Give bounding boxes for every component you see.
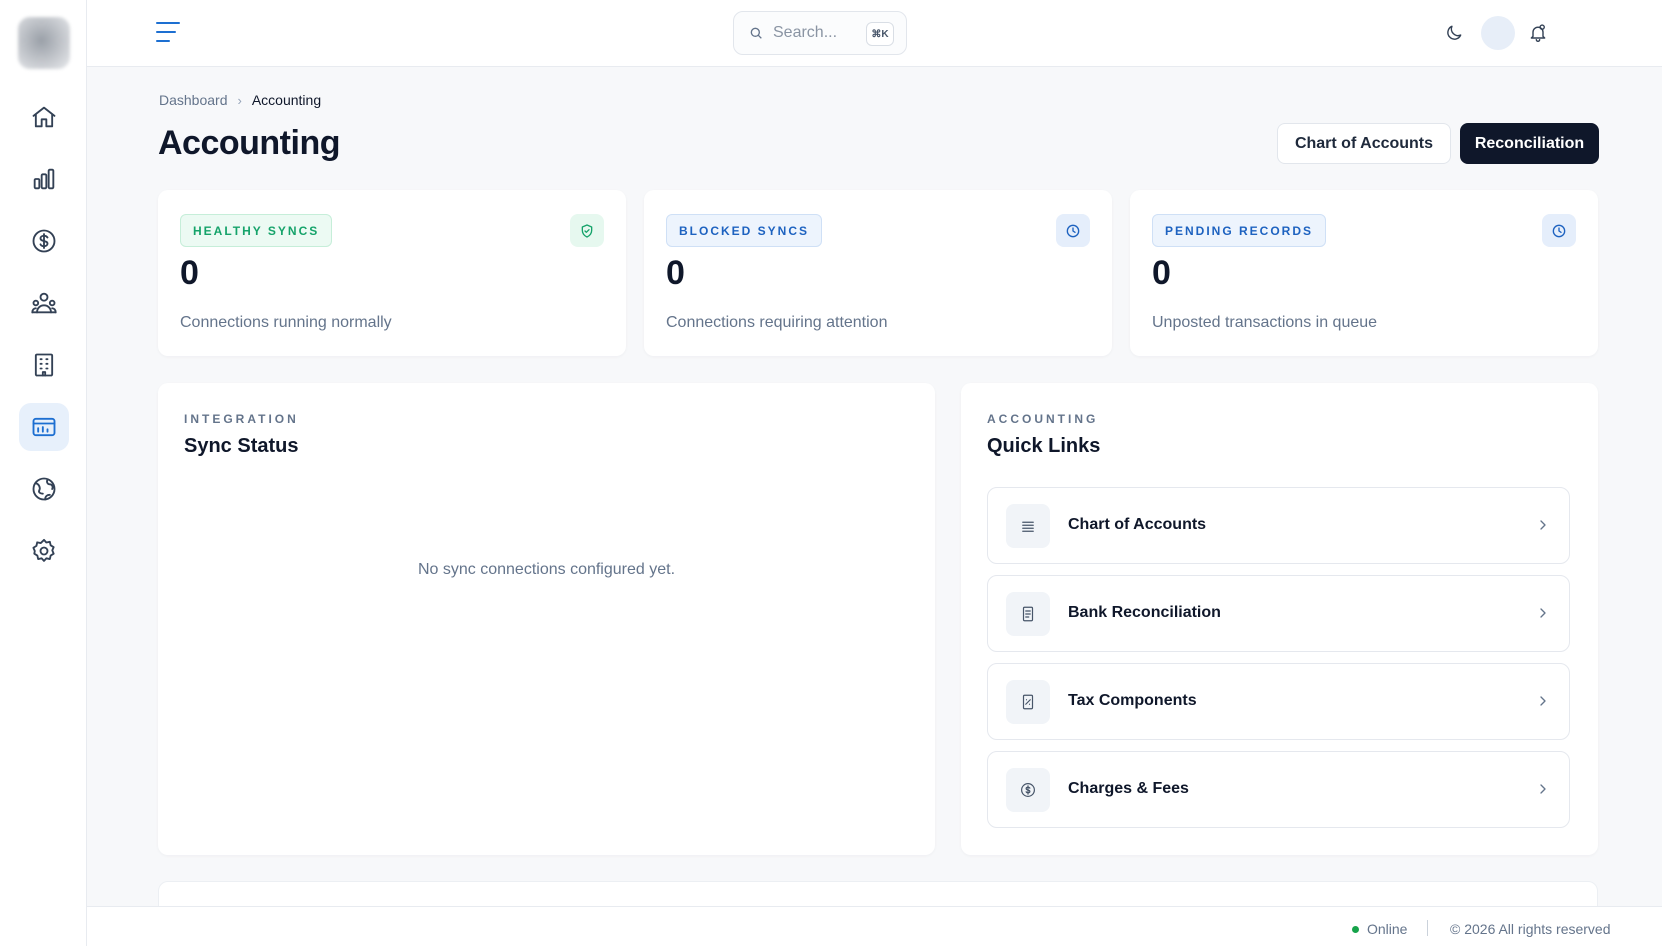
analytics-icon[interactable] — [19, 155, 69, 203]
quick-links-panel: ACCOUNTING Quick Links Chart of Accounts… — [961, 383, 1598, 855]
people-icon[interactable] — [19, 279, 69, 327]
chevron-right-icon — [1535, 605, 1551, 621]
quick-link-label: Charges & Fees — [1068, 780, 1189, 797]
search-icon — [750, 27, 762, 39]
sync-status-panel: INTEGRATION Sync Status No sync connecti… — [158, 383, 935, 855]
quick-link-label: Chart of Accounts — [1068, 516, 1207, 533]
stat-description: Connections requiring attention — [666, 314, 888, 331]
status-text: Online — [1367, 921, 1408, 937]
home-icon[interactable] — [19, 93, 69, 141]
globe-icon[interactable] — [19, 465, 69, 513]
chevron-right-icon: › — [237, 92, 242, 108]
panel-title: Sync Status — [184, 435, 299, 457]
chart-of-accounts-button[interactable]: Chart of Accounts — [1277, 123, 1451, 164]
stat-value: 0 — [1152, 254, 1171, 292]
status-dot — [1352, 925, 1359, 933]
dollar-icon[interactable] — [19, 217, 69, 265]
building-icon[interactable] — [19, 341, 69, 389]
breadcrumb: Dashboard › Accounting — [159, 92, 321, 108]
quick-link-label: Bank Reconciliation — [1068, 604, 1221, 621]
panel-eyebrow: INTEGRATION — [184, 412, 299, 426]
breadcrumb-parent[interactable]: Dashboard — [159, 92, 228, 108]
shield-check-icon — [570, 214, 604, 247]
search-input[interactable] — [773, 24, 863, 42]
quick-link-bank-reconciliation[interactable]: Bank Reconciliation — [987, 575, 1570, 652]
topbar: ⌘K — [87, 0, 1662, 67]
stat-card-pending-records: PENDING RECORDS 0 Unposted transactions … — [1130, 190, 1598, 356]
accounting-icon[interactable] — [19, 403, 69, 451]
copyright-text: © 2026 All rights reserved — [1450, 921, 1611, 937]
reconciliation-button[interactable]: Reconciliation — [1460, 123, 1599, 164]
receipt-icon — [1006, 680, 1050, 724]
moon-icon[interactable] — [1441, 20, 1467, 46]
stat-card-blocked-syncs: BLOCKED SYNCS 0 Connections requiring at… — [644, 190, 1112, 356]
quick-link-chart-of-accounts[interactable]: Chart of Accounts — [987, 487, 1570, 564]
menu-icon[interactable] — [156, 20, 184, 46]
stat-value: 0 — [180, 254, 199, 292]
stat-description: Connections running normally — [180, 314, 392, 331]
document-icon — [1006, 592, 1050, 636]
quick-link-charges-fees[interactable]: Charges & Fees — [987, 751, 1570, 828]
breadcrumb-current: Accounting — [251, 92, 322, 108]
search-shortcut-badge: ⌘K — [866, 22, 894, 46]
status-badge: HEALTHY SYNCS — [180, 214, 333, 247]
settings-icon[interactable] — [19, 527, 69, 575]
chevron-right-icon — [1535, 693, 1551, 709]
quick-link-tax-components[interactable]: Tax Components — [987, 663, 1570, 740]
status-badge: PENDING RECORDS — [1152, 214, 1327, 247]
stat-card-healthy-syncs: HEALTHY SYNCS 0 Connections running norm… — [158, 190, 626, 356]
footer-divider — [1427, 920, 1428, 936]
search-bar[interactable]: ⌘K — [733, 11, 907, 55]
quick-link-label: Tax Components — [1068, 692, 1197, 709]
stat-description: Unposted transactions in queue — [1152, 314, 1378, 331]
logo[interactable] — [18, 17, 70, 69]
dollar-circle-icon — [1006, 768, 1050, 812]
bell-icon[interactable] — [1525, 20, 1551, 46]
panel-title: Quick Links — [987, 435, 1101, 457]
clock-icon — [1542, 214, 1576, 247]
stat-value: 0 — [666, 254, 685, 292]
chevron-right-icon — [1535, 517, 1551, 533]
footer: Online © 2026 All rights reserved — [87, 906, 1662, 946]
chevron-right-icon — [1535, 781, 1551, 797]
clock-icon — [1056, 214, 1090, 247]
panel-eyebrow: ACCOUNTING — [987, 412, 1099, 426]
avatar[interactable] — [1481, 16, 1515, 50]
sidebar — [0, 0, 87, 946]
connection-status: Online — [1352, 921, 1407, 937]
page-title: Accounting — [158, 124, 340, 162]
empty-state-message: No sync connections configured yet. — [417, 561, 676, 578]
status-badge: BLOCKED SYNCS — [666, 214, 823, 247]
list-icon — [1006, 504, 1050, 548]
